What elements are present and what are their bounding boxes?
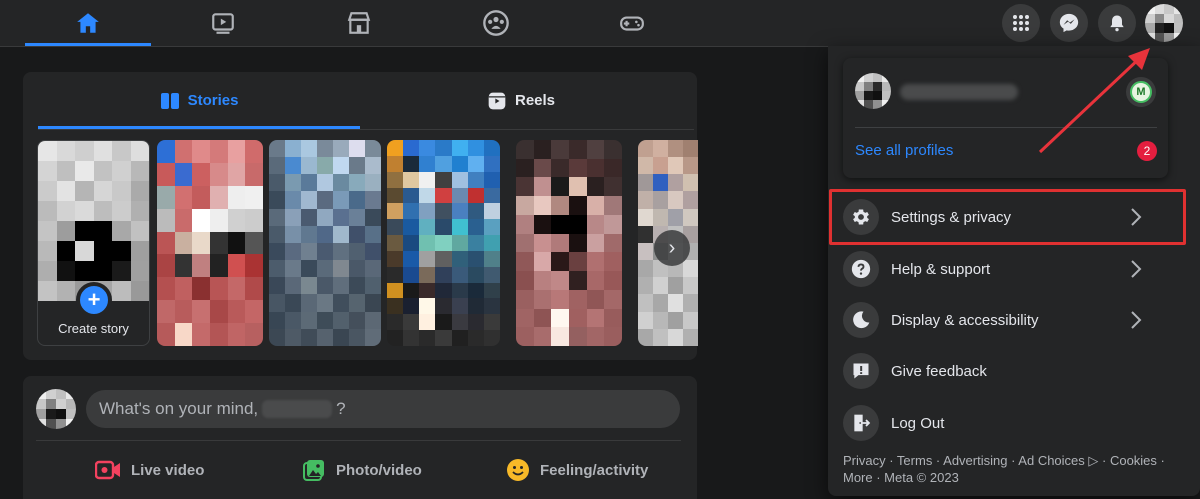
menu-grid-icon [1013,15,1029,31]
account-avatar[interactable] [1145,4,1183,42]
menu-item-display-accessibility[interactable]: Display & accessibility [843,298,1173,342]
story-tile[interactable] [516,140,622,346]
composer-input[interactable]: What's on your mind, ? [86,390,680,428]
menu-item-label: Give feedback [891,362,987,380]
composer-placeholder: What's on your mind, [99,399,259,418]
menu-item-label: Help & support [891,260,991,278]
nav-tab-watch[interactable] [160,0,286,46]
menu-item-help-support[interactable]: Help & support [843,247,1173,291]
live-video-label: Live video [131,461,205,479]
home-icon [77,13,99,33]
photo-video-button[interactable]: Photo/video [302,452,422,488]
story-tile[interactable] [269,140,381,346]
blurred-profile-name[interactable] [900,84,1018,100]
moon-icon [853,311,870,329]
tab-reels[interactable]: Reels [360,72,682,129]
menu-item-label: Log Out [891,414,945,432]
groups-icon [483,10,509,36]
story-tile[interactable] [157,140,263,346]
notifications-icon [1110,15,1124,32]
gaming-icon [620,16,644,31]
live-video-icon [95,460,120,480]
feedback-icon [853,363,869,379]
notifications-button[interactable] [1098,4,1136,42]
stories-next-arrow-icon[interactable]: › [654,230,690,266]
messenger-button[interactable] [1050,4,1088,42]
menu-item-log-out[interactable]: Log Out [843,401,1173,445]
create-story-label: Create story [58,321,129,336]
nav-tab-home[interactable] [25,0,151,46]
profile-avatar[interactable] [855,73,891,109]
feeling-icon [507,459,529,481]
stories-icon [160,92,179,109]
footer-line-2[interactable]: More · Meta © 2023 [843,469,1173,486]
tab-stories[interactable]: Stories [38,72,360,129]
composer-placeholder-suffix: ? [336,399,346,418]
watch-icon [212,13,234,34]
composer-avatar [36,389,76,429]
create-story-plus-icon[interactable]: + [76,282,112,318]
annotation-arrow-icon [1038,48,1150,154]
live-video-button[interactable]: Live video [95,452,204,488]
menu-footer-links[interactable]: Privacy · Terms · Advertising · Ad Choic… [843,452,1173,486]
composer-divider [36,440,681,441]
logout-icon [854,414,871,432]
chevron-right-icon [1131,311,1142,329]
footer-line-1[interactable]: Privacy · Terms · Advertising · Ad Choic… [843,452,1173,469]
reels-icon [488,92,506,109]
nav-tab-marketplace[interactable] [296,0,422,46]
help-icon [851,259,871,279]
nav-tab-groups[interactable] [433,0,559,46]
menu-item-give-feedback[interactable]: Give feedback [843,349,1173,393]
highlight-box-annotation [829,189,1186,245]
blurred-username [262,400,333,418]
tabs-divider [38,129,694,130]
chevron-right-icon [1131,260,1142,278]
create-story-tile[interactable]: + Create story [37,140,150,346]
photo-video-label: Photo/video [336,461,422,479]
see-all-profiles-link[interactable]: See all profiles [855,142,953,159]
messenger-icon [1059,13,1079,33]
marketplace-icon [347,12,371,34]
story-tile[interactable] [387,140,500,346]
menu-grid-button[interactable] [1002,4,1040,42]
photo-video-icon [303,460,324,481]
create-story-photo [38,141,149,301]
feeling-activity-label: Feeling/activity [540,461,649,479]
tab-reels-label: Reels [514,92,556,109]
feeling-activity-button[interactable]: Feeling/activity [506,452,648,488]
menu-item-label: Display & accessibility [891,311,1039,329]
nav-tab-gaming[interactable] [569,0,695,46]
tab-stories-label: Stories [187,92,239,109]
